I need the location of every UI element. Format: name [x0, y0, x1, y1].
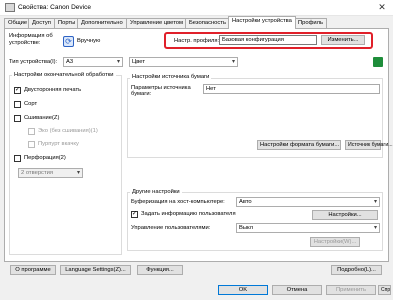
stapling-label: Сшивание(Z)	[24, 115, 60, 121]
tab-bar: Общие Доступ Порты Дополнительно Управле…	[0, 16, 393, 29]
set-user-info-label: Задать информацию пользователя	[141, 211, 236, 217]
tab-security[interactable]: Безопасность	[185, 18, 230, 28]
apply-button[interactable]: Применить	[326, 285, 376, 295]
device-info-mode: Вручную	[77, 38, 101, 44]
function-button[interactable]: Функция...	[137, 265, 183, 275]
title-bar: Свойства: Canon Device ✕	[0, 0, 393, 16]
eco-stapling-label: Эко (без сшивания)(1)	[38, 128, 98, 134]
device-type-select[interactable]: А3 ▾	[63, 57, 123, 67]
tab-color-management[interactable]: Управление цветом	[126, 18, 188, 28]
about-button[interactable]: О программе	[10, 265, 56, 275]
language-settings-button[interactable]: Language Settings(Z)...	[60, 265, 131, 275]
punch-value: 2 отверстия	[21, 170, 53, 176]
chevron-down-icon: ▾	[373, 225, 377, 231]
color-select[interactable]: Цвет ▾	[129, 57, 238, 67]
stapling-position-checkbox[interactable]	[28, 141, 35, 148]
ok-button[interactable]: OK	[218, 285, 268, 295]
chevron-down-icon: ▾	[76, 170, 80, 176]
close-icon[interactable]: ✕	[374, 1, 390, 14]
stapling-position-label: Пурпурт вкачку	[38, 141, 79, 147]
help-button[interactable]: Справка	[378, 285, 391, 295]
stapling-checkbox[interactable]	[14, 115, 21, 122]
chevron-down-icon: ▾	[373, 199, 377, 205]
paper-source-button[interactable]: Источник бумаги...	[345, 140, 393, 150]
duplex-checkbox[interactable]: ✓	[14, 87, 21, 94]
duplex-label: Двусторонняя печать	[24, 87, 82, 93]
device-type-label: Тип устройства(I):	[9, 59, 58, 65]
window-title: Свойства: Canon Device	[18, 4, 91, 11]
user-mgmt-value: Выкл	[239, 225, 254, 231]
user-info-settings-button[interactable]: Настройки...	[312, 210, 378, 220]
other-settings-title: Другие настройки	[130, 189, 182, 195]
collate-checkbox[interactable]	[14, 101, 21, 108]
punch-select[interactable]: 2 отверстия ▾	[18, 168, 83, 178]
device-status-icon	[373, 57, 383, 67]
punch-label: Перфорация(2)	[24, 155, 66, 161]
paper-params-label: Параметры источника бумаги:	[131, 85, 191, 97]
tab-ports[interactable]: Порты	[54, 18, 80, 28]
tab-device-settings[interactable]: Настройки устройства	[228, 16, 296, 29]
tab-general[interactable]: Общие	[4, 18, 32, 28]
device-info-label: Информация об устройстве:	[9, 33, 53, 46]
details-button[interactable]: Подробно(L)...	[331, 265, 382, 275]
tab-profile[interactable]: Профиль	[294, 18, 328, 28]
spool-value: Авто	[239, 199, 252, 205]
user-mgmt-settings-button[interactable]: Настройки(W)...	[310, 237, 360, 247]
refresh-icon[interactable]: ⟳	[63, 36, 74, 47]
finishing-title: Настройки окончательной обработки	[12, 72, 116, 78]
chevron-down-icon: ▾	[116, 59, 120, 65]
spool-select[interactable]: Авто ▾	[236, 197, 380, 207]
printer-icon	[5, 3, 15, 12]
collate-label: Сорт	[24, 101, 38, 107]
punch-checkbox[interactable]	[14, 155, 21, 162]
paper-format-button[interactable]: Настройки формата бумаги...	[257, 140, 341, 150]
eco-stapling-checkbox[interactable]	[28, 128, 35, 135]
tab-sharing[interactable]: Доступ	[28, 18, 55, 28]
tab-advanced[interactable]: Дополнительно	[77, 18, 127, 28]
chevron-down-icon: ▾	[231, 59, 235, 65]
paper-source-title: Настройки источника бумаги	[130, 74, 212, 80]
user-mgmt-select[interactable]: Выкл ▾	[236, 223, 380, 233]
spool-label: Буферизация на хост-компьютере:	[131, 199, 225, 205]
user-mgmt-label: Управление пользователями:	[131, 225, 211, 231]
color-value: Цвет	[132, 59, 145, 65]
device-type-value: А3	[66, 59, 74, 65]
set-user-info-checkbox[interactable]: ✓	[131, 211, 138, 218]
cancel-button[interactable]: Отмена	[272, 285, 322, 295]
paper-params-field: Нет	[203, 84, 380, 94]
highlight-frame	[164, 32, 373, 49]
